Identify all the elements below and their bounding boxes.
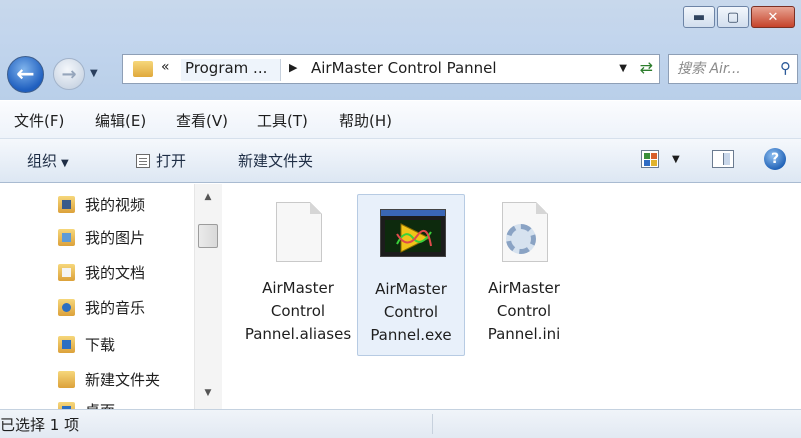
- status-bar: 已选择 1 项: [0, 409, 801, 438]
- refresh-icon[interactable]: ⇄: [640, 58, 653, 77]
- forward-arrow-icon: →: [61, 63, 77, 85]
- menu-bar: 文件(F) 编辑(E) 查看(V) 工具(T) 帮助(H): [0, 101, 801, 139]
- back-button[interactable]: ←: [7, 56, 44, 93]
- gear-icon: [506, 224, 536, 254]
- change-view-icon[interactable]: [641, 150, 659, 168]
- nav-item-label: 我的视频: [85, 195, 146, 214]
- command-bar: 组织 ▼ 打开 新建文件夹 ▼ ?: [0, 139, 801, 183]
- menu-tools[interactable]: 工具(T): [257, 110, 308, 131]
- nav-item-downloads[interactable]: 下载: [58, 332, 115, 356]
- window-titlebar: ▬ ▢ ✕ ← → ▼ « Program ... ▶ AirMaster Co…: [0, 0, 801, 100]
- scrollbar-thumb[interactable]: [198, 224, 218, 248]
- new-folder-button[interactable]: 新建文件夹: [238, 150, 313, 171]
- maximize-icon: ▢: [726, 9, 740, 25]
- breadcrumb-current-folder[interactable]: AirMaster Control Pannel: [311, 59, 497, 77]
- back-arrow-icon: ←: [16, 62, 35, 87]
- pictures-folder-icon: [58, 228, 75, 246]
- file-item-ini[interactable]: AirMaster Control Pannel.ini: [470, 194, 578, 356]
- navigation-pane: 我的视频 我的图片 我的文档 我的音乐 下载 新建文件夹 桌面: [0, 184, 226, 409]
- file-item-exe[interactable]: AirMaster Control Pannel.exe: [357, 194, 465, 356]
- file-name: AirMaster Control Pannel.ini: [487, 279, 561, 343]
- view-options-dropdown-icon[interactable]: ▼: [672, 154, 680, 165]
- nav-item-label: 桌面: [85, 400, 115, 410]
- close-icon: ✕: [767, 9, 779, 25]
- menu-help[interactable]: 帮助(H): [339, 110, 392, 131]
- file-item-aliases[interactable]: AirMaster Control Pannel.aliases: [244, 194, 352, 356]
- nav-item-desktop[interactable]: 桌面: [58, 398, 115, 409]
- file-name: AirMaster Control Pannel.exe: [370, 280, 452, 344]
- nav-item-documents[interactable]: 我的文档: [58, 260, 145, 284]
- nav-scrollbar[interactable]: ▲ ▼: [194, 184, 222, 409]
- desktop-folder-icon: [58, 401, 75, 409]
- breadcrumb-overflow-chevron[interactable]: «: [161, 59, 170, 75]
- help-icon[interactable]: ?: [764, 148, 786, 170]
- file-list: AirMaster Control Pannel.aliases AirMast…: [226, 184, 801, 409]
- maximize-button[interactable]: ▢: [717, 6, 749, 28]
- scroll-down-icon[interactable]: ▼: [195, 388, 221, 398]
- nav-item-label: 我的音乐: [85, 298, 146, 317]
- minimize-button[interactable]: ▬: [683, 6, 715, 28]
- music-folder-icon: [58, 298, 75, 316]
- menu-edit[interactable]: 编辑(E): [95, 110, 146, 131]
- search-icon[interactable]: ⚲: [780, 59, 791, 77]
- nav-item-new-folder[interactable]: 新建文件夹: [58, 367, 160, 391]
- close-button[interactable]: ✕: [751, 6, 795, 28]
- search-box[interactable]: ⚲: [668, 54, 798, 84]
- open-icon: [136, 154, 150, 168]
- nav-item-music[interactable]: 我的音乐: [58, 295, 145, 319]
- nav-item-videos[interactable]: 我的视频: [58, 192, 145, 216]
- selection-status: 已选择 1 项: [0, 416, 80, 434]
- open-label: 打开: [156, 152, 187, 170]
- search-input[interactable]: [677, 59, 767, 79]
- address-bar[interactable]: « Program ... ▶ AirMaster Control Pannel…: [122, 54, 660, 84]
- open-button[interactable]: 打开: [136, 150, 186, 171]
- file-name: AirMaster Control Pannel.aliases: [244, 279, 352, 343]
- downloads-folder-icon: [58, 335, 75, 353]
- breadcrumb-program-files[interactable]: Program ...: [181, 59, 281, 81]
- forward-button[interactable]: →: [53, 58, 85, 90]
- recent-pages-dropdown[interactable]: ▼: [90, 68, 98, 79]
- address-dropdown-icon[interactable]: ▼: [619, 63, 627, 74]
- breadcrumb-separator-icon[interactable]: ▶: [289, 61, 297, 74]
- documents-folder-icon: [58, 263, 75, 281]
- videos-folder-icon: [58, 195, 75, 213]
- folder-icon: [58, 370, 75, 388]
- menu-view[interactable]: 查看(V): [176, 110, 228, 131]
- nav-item-label: 我的文档: [85, 263, 146, 282]
- chevron-down-icon: ▼: [61, 158, 69, 169]
- minimize-icon: ▬: [692, 9, 706, 25]
- nav-item-label: 新建文件夹: [85, 370, 161, 389]
- nav-item-label: 下载: [85, 335, 116, 354]
- document-file-icon: [276, 202, 322, 262]
- organize-label: 组织: [27, 152, 58, 170]
- nav-item-label: 我的图片: [85, 228, 146, 247]
- organize-button[interactable]: 组织 ▼: [27, 150, 69, 171]
- scroll-up-icon[interactable]: ▲: [195, 192, 221, 202]
- window-controls: ▬ ▢ ✕: [681, 6, 795, 28]
- folder-icon: [133, 61, 153, 77]
- status-divider: [432, 414, 433, 434]
- nav-item-pictures[interactable]: 我的图片: [58, 225, 145, 249]
- preview-pane-icon[interactable]: [712, 150, 734, 168]
- menu-file[interactable]: 文件(F): [14, 110, 64, 131]
- labview-exe-icon: [380, 209, 446, 257]
